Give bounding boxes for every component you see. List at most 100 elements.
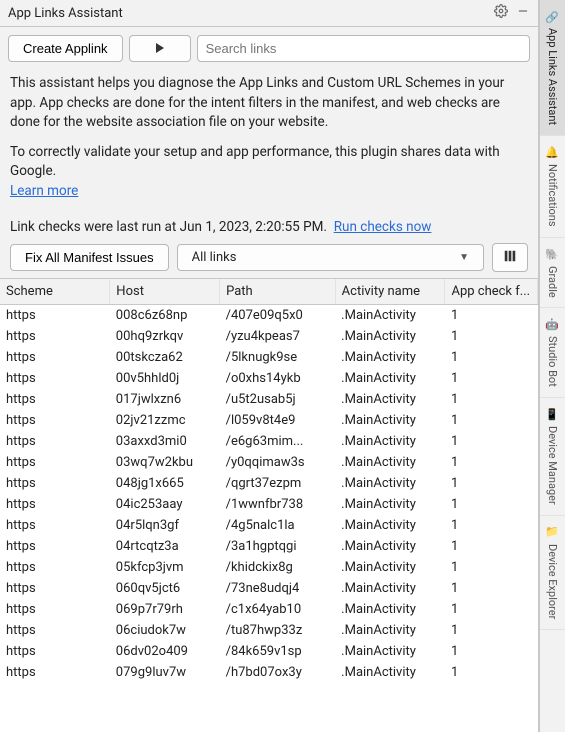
tool-window-rail: 🔗App Links Assistant🔔Notifications 🐘 Gradl… (539, 0, 565, 732)
cell-appcheck: 1 (445, 305, 538, 327)
play-icon (155, 41, 165, 56)
cell-activity: .MainActivity (335, 620, 445, 641)
cell-path: /l059v8t4e9 (220, 410, 336, 431)
cell-appcheck: 1 (445, 494, 538, 515)
table-row[interactable]: https04ic253aay/1wwnfbr738.MainActivity1 (0, 494, 538, 515)
description-block: This assistant helps you diagnose the Ap… (0, 68, 538, 213)
table-row[interactable]: https00v5hhld0j/o0xhs14ykb.MainActivity1 (0, 368, 538, 389)
cell-appcheck: 1 (445, 620, 538, 641)
cell-scheme: https (0, 305, 110, 327)
columns-button[interactable] (492, 243, 528, 272)
cell-path: /o0xhs14ykb (220, 368, 336, 389)
table-row[interactable]: https05kfcp3jvm/khidckix8g.MainActivity1 (0, 557, 538, 578)
col-path[interactable]: Path (220, 279, 336, 305)
cell-host: 03wq7w2kbu (110, 452, 220, 473)
create-applink-button[interactable]: Create Applink (8, 35, 123, 62)
run-checks-now-link[interactable]: Run checks now (334, 219, 432, 235)
cell-path: /407e09q5x0 (220, 305, 336, 327)
cell-appcheck: 1 (445, 557, 538, 578)
cell-activity: .MainActivity (335, 578, 445, 599)
links-table: Scheme Host Path Activity name App check… (0, 279, 538, 683)
rail-label: Device Explorer (546, 544, 559, 619)
cell-path: /84k659v1sp (220, 641, 336, 662)
col-activity[interactable]: Activity name (335, 279, 445, 305)
table-row[interactable]: https06dv02o409/84k659v1sp.MainActivity1 (0, 641, 538, 662)
rail-label: Gradle (546, 266, 559, 298)
filter-row: Fix All Manifest Issues All links ▼ (0, 243, 538, 278)
table-row[interactable]: https04rtcqtz3a/3a1hgptqgi.MainActivity1 (0, 536, 538, 557)
learn-more-link[interactable]: Learn more (10, 183, 78, 199)
cell-path: /e6g63mim... (220, 431, 336, 452)
toolbar: Create Applink (0, 27, 538, 68)
cell-path: /1wwnfbr738 (220, 494, 336, 515)
gear-icon[interactable] (494, 4, 508, 22)
cell-appcheck: 1 (445, 368, 538, 389)
rail-item-app-links-assistant[interactable]: 🔗App Links Assistant (540, 0, 565, 136)
rail-label: Studio Bot (546, 336, 559, 387)
col-appcheck[interactable]: App check f... (445, 279, 538, 305)
cell-appcheck: 1 (445, 662, 538, 683)
elephant-icon: 🐘 (547, 248, 559, 260)
table-row[interactable]: https03wq7w2kbu/y0qqimaw3s.MainActivity1 (0, 452, 538, 473)
cell-host: 06ciudok7w (110, 620, 220, 641)
table-row[interactable]: https06ciudok7w/tu87hwp33z.MainActivity1 (0, 620, 538, 641)
last-run-prefix: Link checks were last run at (10, 219, 180, 235)
cell-activity: .MainActivity (335, 515, 445, 536)
table-row[interactable]: https069p7r79rh/c1x64yab10.MainActivity1 (0, 599, 538, 620)
cell-host: 05kfcp3jvm (110, 557, 220, 578)
rail-item-studio-bot[interactable]: 🤖Studio Bot (540, 308, 565, 398)
cell-appcheck: 1 (445, 536, 538, 557)
cell-path: /khidckix8g (220, 557, 336, 578)
search-input[interactable] (197, 35, 530, 62)
rail-item-gradle[interactable]: 🐘 Gradle (540, 238, 565, 309)
cell-scheme: https (0, 578, 110, 599)
cell-activity: .MainActivity (335, 326, 445, 347)
cell-activity: .MainActivity (335, 410, 445, 431)
table-row[interactable]: https02jv21zzmc/l059v8t4e9.MainActivity1 (0, 410, 538, 431)
cell-host: 00tskcza62 (110, 347, 220, 368)
table-row[interactable]: https017jwlxzn6/u5t2usab5j.MainActivity1 (0, 389, 538, 410)
cell-host: 02jv21zzmc (110, 410, 220, 431)
rail-label: Device Manager (546, 426, 559, 505)
cell-host: 048jg1x665 (110, 473, 220, 494)
table-row[interactable]: https03axxd3mi0/e6g63mim....MainActivity… (0, 431, 538, 452)
col-scheme[interactable]: Scheme (0, 279, 110, 305)
app-links-assistant-panel: App Links Assistant Create Applink This … (0, 0, 539, 732)
links-filter-dropdown[interactable]: All links ▼ (177, 244, 484, 271)
cell-host: 00hq9zrkqv (110, 326, 220, 347)
rail-item-notifications[interactable]: 🔔Notifications (540, 136, 565, 238)
table-row[interactable]: https00hq9zrkqv/yzu4kpeas7.MainActivity1 (0, 326, 538, 347)
table-row[interactable]: https079g9luv7w/h7bd07ox3y.MainActivity1 (0, 662, 538, 683)
table-row[interactable]: https04r5lqn3gf/4g5nalc1la.MainActivity1 (0, 515, 538, 536)
cell-activity: .MainActivity (335, 305, 445, 327)
run-button[interactable] (129, 35, 191, 62)
cell-appcheck: 1 (445, 347, 538, 368)
fix-manifest-button[interactable]: Fix All Manifest Issues (10, 244, 169, 271)
table-row[interactable]: https060qv5jct6/73ne8udqj4.MainActivity1 (0, 578, 538, 599)
table-header-row: Scheme Host Path Activity name App check… (0, 279, 538, 305)
links-table-wrap[interactable]: Scheme Host Path Activity name App check… (0, 278, 538, 732)
col-host[interactable]: Host (110, 279, 220, 305)
cell-scheme: https (0, 410, 110, 431)
rail-item-device-manager[interactable]: 📱Device Manager (540, 398, 565, 516)
rail-item-device-explorer[interactable]: 📁Device Explorer (540, 516, 565, 630)
cell-activity: .MainActivity (335, 557, 445, 578)
link-icon: 🔗 (547, 10, 559, 22)
cell-appcheck: 1 (445, 578, 538, 599)
minimize-icon[interactable] (516, 4, 530, 22)
table-row[interactable]: https00tskcza62/5lknugk9se.MainActivity1 (0, 347, 538, 368)
table-row[interactable]: https008c6z68np/407e09q5x0.MainActivity1 (0, 305, 538, 327)
cell-activity: .MainActivity (335, 431, 445, 452)
cell-host: 008c6z68np (110, 305, 220, 327)
table-row[interactable]: https048jg1x665/qgrt37ezpm.MainActivity1 (0, 473, 538, 494)
panel-header: App Links Assistant (0, 0, 538, 27)
cell-activity: .MainActivity (335, 494, 445, 515)
last-run-time: Jun 1, 2023, 2:20:55 PM (180, 219, 324, 235)
cell-host: 06dv02o409 (110, 641, 220, 662)
cell-scheme: https (0, 662, 110, 683)
cell-appcheck: 1 (445, 431, 538, 452)
cell-path: /3a1hgptqgi (220, 536, 336, 557)
cell-appcheck: 1 (445, 641, 538, 662)
cell-scheme: https (0, 620, 110, 641)
cell-host: 060qv5jct6 (110, 578, 220, 599)
